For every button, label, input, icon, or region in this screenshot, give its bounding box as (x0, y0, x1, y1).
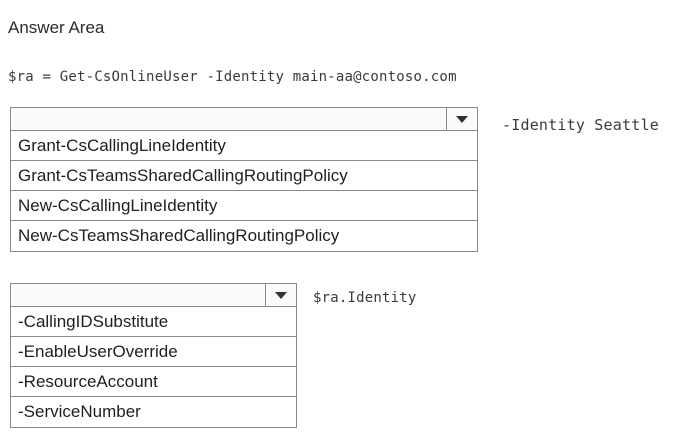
parameter-option[interactable]: -EnableUserOverride (11, 337, 296, 367)
parameter-option[interactable]: -ServiceNumber (11, 397, 296, 427)
chevron-down-icon (275, 291, 287, 299)
parameter-select-bar[interactable] (10, 283, 297, 307)
chevron-down-icon (456, 115, 468, 123)
cmdlet-option[interactable]: Grant-CsCallingLineIdentity (11, 131, 477, 161)
cmdlet-option[interactable]: New-CsTeamsSharedCallingRoutingPolicy (11, 221, 477, 251)
cmdlet-options-list: Grant-CsCallingLineIdentity Grant-CsTeam… (10, 131, 478, 252)
dropdown-arrow-button[interactable] (446, 108, 477, 130)
parameter-option[interactable]: -ResourceAccount (11, 367, 296, 397)
cmdlet-option[interactable]: New-CsCallingLineIdentity (11, 191, 477, 221)
code-suffix-ra-identity: $ra.Identity (313, 290, 417, 306)
dropdown-arrow-button[interactable] (265, 284, 296, 306)
cmdlet-select-bar[interactable] (10, 107, 478, 131)
parameter-option[interactable]: -CallingIDSubstitute (11, 307, 296, 337)
parameter-options-list: -CallingIDSubstitute -EnableUserOverride… (10, 307, 297, 428)
code-line-get-user: $ra = Get-CsOnlineUser -Identity main-aa… (8, 69, 457, 85)
cmdlet-dropdown[interactable]: Grant-CsCallingLineIdentity Grant-CsTeam… (10, 107, 478, 252)
code-suffix-identity-seattle: -Identity Seattle (502, 116, 659, 134)
parameter-dropdown[interactable]: -CallingIDSubstitute -EnableUserOverride… (10, 283, 297, 428)
page-title: Answer Area (8, 18, 105, 37)
cmdlet-option[interactable]: Grant-CsTeamsSharedCallingRoutingPolicy (11, 161, 477, 191)
